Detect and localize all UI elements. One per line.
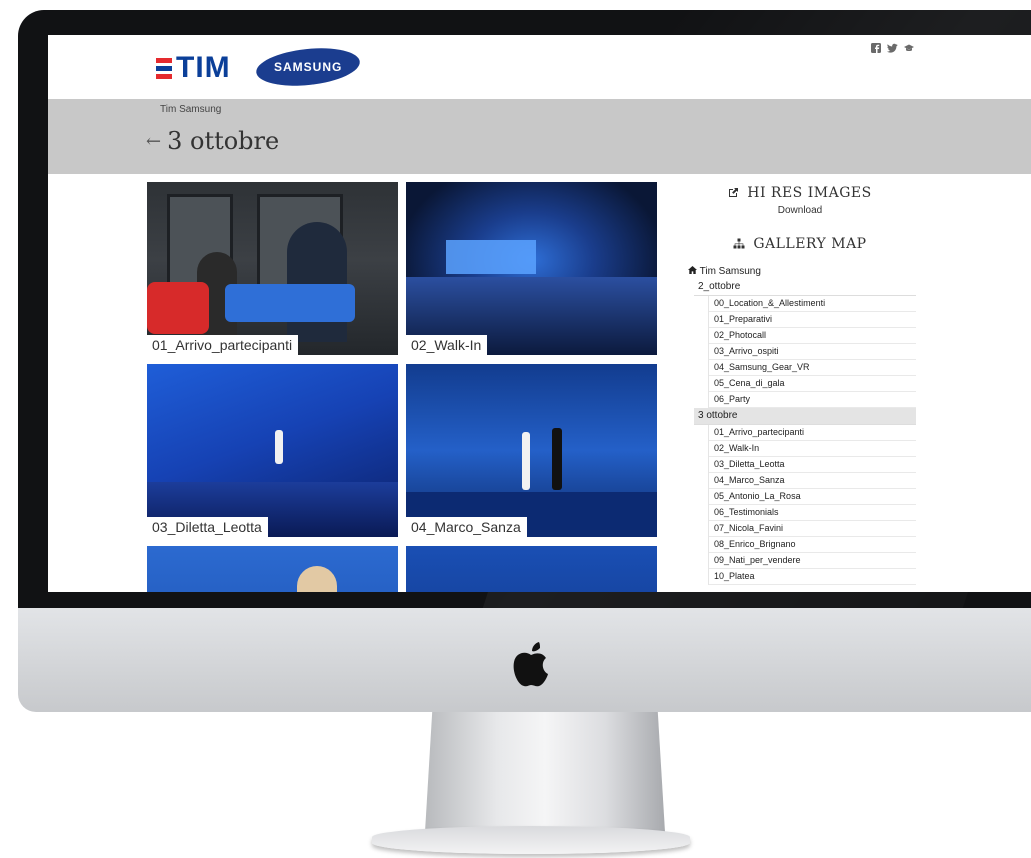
sidebar: HI RES IMAGES Download GALLERY MAP bbox=[684, 185, 916, 252]
gallery-tile-label: 01_Arrivo_partecipanti bbox=[147, 335, 299, 355]
tree-item[interactable]: 02_Walk-In bbox=[709, 441, 916, 457]
mortarboard-icon[interactable] bbox=[904, 43, 914, 53]
photo-blue-sign bbox=[225, 284, 355, 322]
photo-stage-screen bbox=[446, 240, 536, 274]
tree-items: 01_Arrivo_partecipanti 02_Walk-In 03_Dil… bbox=[708, 425, 916, 585]
gallery-tile[interactable]: 01_Arrivo_partecipanti bbox=[147, 182, 398, 355]
twitter-icon[interactable] bbox=[887, 43, 898, 53]
photo-person bbox=[287, 222, 347, 342]
tree-item[interactable]: 04_Marco_Sanza bbox=[709, 473, 916, 489]
page-title: ← 3 ottobre bbox=[146, 127, 279, 155]
website-screen: TIM SAMSUNG Tim Samsung ← 3 ottobre 01_A… bbox=[48, 35, 1031, 592]
apple-logo-icon bbox=[513, 642, 548, 687]
samsung-logo-text: SAMSUNG bbox=[273, 60, 343, 74]
back-arrow-icon[interactable]: ← bbox=[146, 131, 161, 152]
external-link-icon bbox=[729, 188, 739, 197]
hires-images-heading[interactable]: HI RES IMAGES bbox=[684, 185, 916, 201]
tree-root[interactable]: Tim Samsung bbox=[684, 265, 916, 279]
tree-item[interactable]: 02_Photocall bbox=[709, 328, 916, 344]
sitemap-icon bbox=[733, 238, 745, 249]
tree-group: 3 ottobre 01_Arrivo_partecipanti 02_Walk… bbox=[694, 408, 916, 585]
gallery-tile[interactable] bbox=[406, 546, 657, 592]
monitor-stand-neck bbox=[425, 712, 665, 832]
photo-person bbox=[297, 566, 337, 592]
tree-root-label: Tim Samsung bbox=[699, 266, 761, 277]
tree-item[interactable]: 07_Nicola_Favini bbox=[709, 521, 916, 537]
gallery-tile-label: 03_Diletta_Leotta bbox=[147, 517, 268, 537]
hires-images-title: HI RES IMAGES bbox=[747, 185, 872, 201]
tree-item[interactable]: 01_Arrivo_partecipanti bbox=[709, 425, 916, 441]
tree-item[interactable]: 05_Antonio_La_Rosa bbox=[709, 489, 916, 505]
breadcrumb[interactable]: Tim Samsung bbox=[160, 104, 221, 115]
photo-speaker bbox=[552, 428, 562, 490]
photo-speaker bbox=[522, 432, 530, 490]
tree-item[interactable]: 03_Diletta_Leotta bbox=[709, 457, 916, 473]
tim-logo[interactable]: TIM bbox=[156, 51, 231, 85]
tree-item[interactable]: 05_Cena_di_gala bbox=[709, 376, 916, 392]
gallery-tile[interactable] bbox=[147, 546, 398, 592]
gallery-tile[interactable]: 04_Marco_Sanza bbox=[406, 364, 657, 537]
tree-items: 00_Location_&_Allestimenti 01_Preparativ… bbox=[708, 296, 916, 408]
site-header: TIM SAMSUNG bbox=[48, 35, 1031, 99]
tree-item[interactable]: 06_Party bbox=[709, 392, 916, 408]
gallery-map-scroll[interactable]: Tim Samsung 2_ottobre 00_Location_&_Alle… bbox=[684, 265, 916, 592]
gallery-tile-label: 04_Marco_Sanza bbox=[406, 517, 527, 537]
home-icon bbox=[688, 266, 697, 274]
tim-logo-bars-icon bbox=[156, 57, 172, 79]
tree-item[interactable]: 01_Preparativi bbox=[709, 312, 916, 328]
tree-item[interactable]: 03_Arrivo_ospiti bbox=[709, 344, 916, 360]
gallery-map-tree: Tim Samsung 2_ottobre 00_Location_&_Alle… bbox=[684, 265, 916, 592]
tree-item[interactable]: 06_Testimonials bbox=[709, 505, 916, 521]
tree-group-label[interactable]: 2_ottobre bbox=[694, 279, 916, 296]
tree-group: 2_ottobre 00_Location_&_Allestimenti 01_… bbox=[694, 279, 916, 408]
tree-item[interactable]: 10_Platea bbox=[709, 569, 916, 585]
gallery-tile-label: 02_Walk-In bbox=[406, 335, 488, 355]
tree-item[interactable]: 09_Nati_per_vendere bbox=[709, 553, 916, 569]
download-link[interactable]: Download bbox=[684, 205, 916, 216]
monitor-stand-foot bbox=[372, 826, 690, 854]
tim-logo-text: TIM bbox=[176, 51, 231, 84]
tree-group-label-active[interactable]: 3 ottobre bbox=[694, 408, 916, 425]
tree-item[interactable]: 04_Samsung_Gear_VR bbox=[709, 360, 916, 376]
page-title-text: 3 ottobre bbox=[167, 127, 280, 155]
facebook-icon[interactable] bbox=[871, 43, 881, 53]
photo-red-sign bbox=[147, 282, 209, 334]
photo-gallery: 01_Arrivo_partecipanti 02_Walk-In 03_Dil… bbox=[147, 182, 659, 592]
gallery-tile[interactable]: 02_Walk-In bbox=[406, 182, 657, 355]
gallery-map-heading: GALLERY MAP bbox=[684, 236, 916, 252]
social-links bbox=[871, 43, 914, 53]
samsung-logo[interactable]: SAMSUNG bbox=[254, 43, 362, 91]
gallery-tile[interactable]: 03_Diletta_Leotta bbox=[147, 364, 398, 537]
photo-speaker bbox=[275, 430, 283, 464]
gallery-map-title: GALLERY MAP bbox=[753, 236, 867, 252]
tree-item[interactable]: 00_Location_&_Allestimenti bbox=[709, 296, 916, 312]
tree-item[interactable]: 08_Enrico_Brignano bbox=[709, 537, 916, 553]
breadcrumb-bar: Tim Samsung ← 3 ottobre bbox=[48, 99, 1031, 174]
